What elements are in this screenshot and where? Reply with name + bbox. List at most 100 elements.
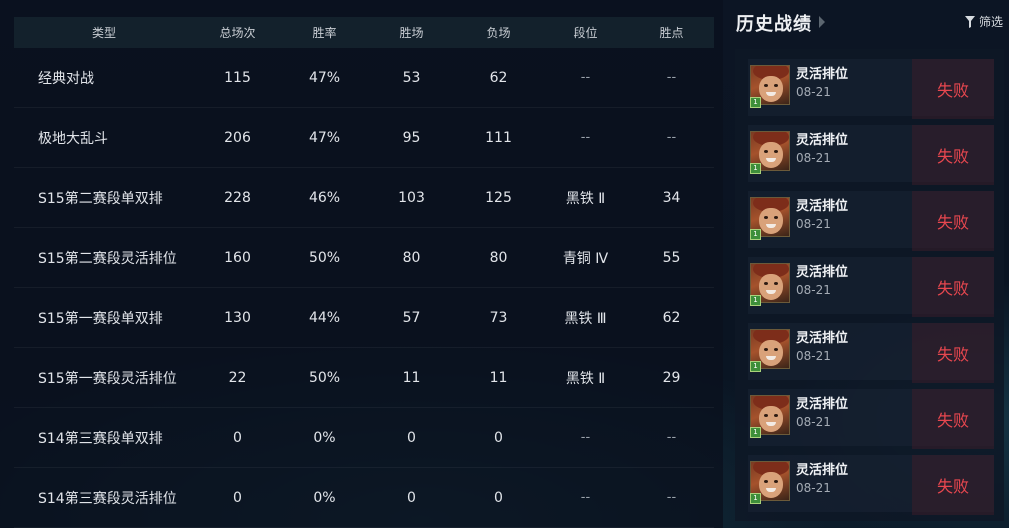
cell-total-games: 0: [194, 467, 281, 528]
stats-header-row: 类型 总场次 胜率 胜场 负场 段位 胜点: [14, 17, 714, 48]
chevron-right-icon[interactable]: [819, 16, 825, 28]
cell-wins: 95: [368, 107, 455, 168]
cell-win-rate: 50%: [281, 227, 368, 288]
level-badge: 1: [750, 361, 761, 372]
table-row: S14第三赛段单双排 0 0% 0 0 -- --: [14, 407, 714, 468]
match-card[interactable]: 1 灵活排位 08-21 失败: [748, 59, 994, 119]
cell-losses: 62: [455, 48, 542, 108]
cell-type: S15第二赛段单双排: [14, 167, 194, 228]
stats-panel: 类型 总场次 胜率 胜场 负场 段位 胜点 经典对战 115 47% 53 62…: [0, 0, 723, 528]
cell-type: S14第三赛段灵活排位: [14, 467, 194, 528]
level-badge: 1: [750, 493, 761, 504]
cell-win-rate: 44%: [281, 287, 368, 348]
cell-losses: 111: [455, 107, 542, 168]
cell-wins: 80: [368, 227, 455, 288]
cell-rank: --: [542, 407, 629, 468]
header-total-games: 总场次: [219, 26, 256, 40]
match-card[interactable]: 1 灵活排位 08-21 失败: [748, 125, 994, 185]
level-badge: 1: [750, 163, 761, 174]
queue-name: 灵活排位: [796, 133, 849, 148]
match-card[interactable]: 1 灵活排位 08-21 失败: [748, 389, 994, 449]
cell-type: 经典对战: [14, 48, 194, 108]
cell-lp: --: [629, 107, 714, 168]
cell-total-games: 22: [194, 347, 281, 408]
table-row: S15第一赛段单双排 130 44% 57 73 黑铁 Ⅲ 62: [14, 287, 714, 348]
queue-name: 灵活排位: [796, 331, 849, 346]
cell-total-games: 0: [194, 407, 281, 468]
table-row: 经典对战 115 47% 53 62 -- --: [14, 48, 714, 108]
result-badge: 失败: [912, 257, 994, 317]
table-row: S14第三赛段灵活排位 0 0% 0 0 -- --: [14, 467, 714, 528]
queue-name: 灵活排位: [796, 463, 849, 478]
match-stats-page: 类型 总场次 胜率 胜场 负场 段位 胜点 经典对战 115 47% 53 62…: [0, 0, 1009, 528]
cell-lp: 34: [629, 167, 714, 228]
header-win-rate: 胜率: [312, 26, 337, 40]
cell-lp: 55: [629, 227, 714, 288]
result-badge: 失败: [912, 125, 994, 185]
header-lp: 胜点: [659, 26, 684, 40]
level-badge: 1: [750, 295, 761, 306]
cell-wins: 0: [368, 407, 455, 468]
match-card[interactable]: 1 灵活排位 08-21 失败: [748, 455, 994, 515]
queue-name: 灵活排位: [796, 67, 849, 82]
result-badge: 失败: [912, 59, 994, 119]
cell-win-rate: 46%: [281, 167, 368, 228]
cell-win-rate: 47%: [281, 107, 368, 168]
match-history-list[interactable]: 1 灵活排位 08-21 失败 1 灵活排位 08-21 失败 1 灵活排位 0…: [735, 49, 1004, 521]
match-date: 08-21: [796, 349, 831, 363]
cell-lp: --: [629, 407, 714, 468]
stats-table: 类型 总场次 胜率 胜场 负场 段位 胜点 经典对战 115 47% 53 62…: [14, 17, 714, 528]
cell-rank: 黑铁 Ⅱ: [542, 167, 629, 228]
result-badge: 失败: [912, 455, 994, 515]
cell-type: S14第三赛段单双排: [14, 407, 194, 468]
filter-label: 筛选: [979, 15, 1004, 29]
match-date: 08-21: [796, 481, 831, 495]
cell-type: S15第二赛段灵活排位: [14, 227, 194, 288]
cell-total-games: 206: [194, 107, 281, 168]
cell-lp: --: [629, 467, 714, 528]
history-title[interactable]: 历史战绩: [736, 10, 812, 36]
cell-type: 极地大乱斗: [14, 107, 194, 168]
cell-losses: 0: [455, 407, 542, 468]
cell-losses: 80: [455, 227, 542, 288]
cell-type: S15第一赛段灵活排位: [14, 347, 194, 408]
cell-wins: 103: [368, 167, 455, 228]
table-row: S15第二赛段单双排 228 46% 103 125 黑铁 Ⅱ 34: [14, 167, 714, 228]
cell-wins: 11: [368, 347, 455, 408]
queue-name: 灵活排位: [796, 199, 849, 214]
cell-win-rate: 47%: [281, 48, 368, 108]
cell-type: S15第一赛段单双排: [14, 287, 194, 348]
cell-losses: 0: [455, 467, 542, 528]
filter-button[interactable]: 筛选: [965, 13, 1003, 30]
header-losses: 负场: [486, 26, 511, 40]
result-badge: 失败: [912, 191, 994, 251]
match-card[interactable]: 1 灵活排位 08-21 失败: [748, 323, 994, 383]
cell-rank: --: [542, 467, 629, 528]
result-badge: 失败: [912, 323, 994, 383]
header-rank: 段位: [573, 26, 598, 40]
cell-rank: --: [542, 107, 629, 168]
cell-win-rate: 0%: [281, 467, 368, 528]
cell-rank: 青铜 Ⅳ: [542, 227, 629, 288]
filter-icon: [965, 15, 975, 28]
result-badge: 失败: [912, 389, 994, 449]
table-row: 极地大乱斗 206 47% 95 111 -- --: [14, 107, 714, 168]
match-card[interactable]: 1 灵活排位 08-21 失败: [748, 257, 994, 317]
header-type: 类型: [91, 26, 116, 40]
queue-name: 灵活排位: [796, 265, 849, 280]
cell-losses: 125: [455, 167, 542, 228]
cell-wins: 0: [368, 467, 455, 528]
level-badge: 1: [750, 229, 761, 240]
cell-rank: 黑铁 Ⅱ: [542, 347, 629, 408]
cell-total-games: 228: [194, 167, 281, 228]
cell-lp: 62: [629, 287, 714, 348]
match-card[interactable]: 1 灵活排位 08-21 失败: [748, 191, 994, 251]
match-date: 08-21: [796, 283, 831, 297]
cell-losses: 11: [455, 347, 542, 408]
cell-total-games: 160: [194, 227, 281, 288]
cell-win-rate: 50%: [281, 347, 368, 408]
match-date: 08-21: [796, 415, 831, 429]
match-date: 08-21: [796, 217, 831, 231]
queue-name: 灵活排位: [796, 397, 849, 412]
cell-wins: 53: [368, 48, 455, 108]
